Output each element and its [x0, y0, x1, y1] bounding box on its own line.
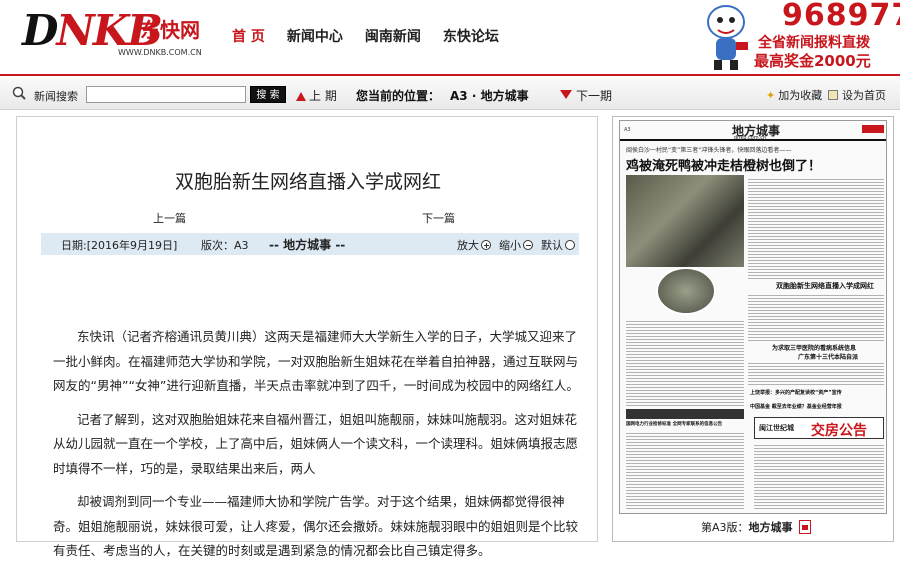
site-logo[interactable]: DNKB 东快网 WWW.DNKB.COM.CN: [22, 6, 212, 60]
triangle-down-icon: [560, 90, 572, 99]
current-location: 您当前的位置： A3 · 地方城事: [356, 87, 529, 104]
newspaper-preview-panel: A3 地方城事 dnkb.com.cn 闽侯白沙一村民“变”第三者“冲锋头锋者，…: [612, 116, 894, 542]
home-icon: [828, 90, 838, 100]
next-issue-link[interactable]: 下一期: [560, 87, 612, 104]
logo-url: WWW.DNKB.COM.CN: [118, 48, 202, 57]
ad-phone-number: 968977: [782, 0, 900, 33]
next-article-link[interactable]: 下一篇: [422, 210, 455, 226]
nav-home[interactable]: 首 页: [232, 26, 265, 46]
article-panel: 双胞胎新生网络直播入学成网红 上一篇 下一篇 日期:[2016年9月19日] 版…: [16, 116, 598, 558]
add-favorite-label: 加为收藏: [778, 89, 823, 102]
prev-article-link[interactable]: 上一篇: [153, 210, 186, 226]
article-date: 日期:[2016年9月19日]: [61, 239, 178, 252]
paper-article-headline[interactable]: 双胞胎新生网络直播入学成网红: [776, 281, 874, 291]
main-nav: 首 页 新闻中心 闽南新闻 东快论坛: [232, 26, 499, 46]
add-favorite-link[interactable]: ✦ 加为收藏: [766, 87, 822, 103]
ad-tagline: 全省新闻报料直拨: [758, 35, 870, 51]
prev-issue-label: 上 期: [309, 89, 337, 103]
paper-text-block: [754, 443, 884, 511]
search-input[interactable]: [86, 86, 246, 103]
zoom-controls: 放大 缩小 默认: [457, 237, 575, 253]
article-edition: 版次：A3: [201, 239, 249, 252]
logo-chinese: 东快网: [140, 18, 200, 42]
zoom-default-label: 默认: [541, 239, 563, 252]
paper-footer: 第A3版：地方城事: [701, 519, 811, 535]
paper-ad-right: 交房公告: [811, 423, 867, 439]
paper-article-headline[interactable]: 中国基金 截至去年业绩？基金业经营年报: [750, 403, 842, 410]
header-divider: [0, 74, 900, 76]
paper-url: dnkb.com.cn: [734, 135, 767, 141]
zoom-in-icon: [481, 240, 491, 250]
paper-article-headline[interactable]: 国网电力行业检修标准 全网专家联系的信息公告: [626, 421, 722, 427]
set-homepage-link[interactable]: 设为首页: [828, 87, 886, 103]
paper-footer-edition: 第A3版：: [701, 521, 749, 534]
zoom-default-icon: [565, 240, 575, 250]
site-header: DNKB 东快网 WWW.DNKB.COM.CN 首 页 新闻中心 闽南新闻 东…: [0, 0, 900, 74]
newspaper-page-thumbnail[interactable]: A3 地方城事 dnkb.com.cn 闽侯白沙一村民“变”第三者“冲锋头锋者，…: [619, 120, 887, 514]
location-label: 您当前的位置：: [356, 89, 441, 103]
search-icon: [12, 86, 26, 100]
paper-text-block: [626, 431, 744, 511]
paper-photo: [626, 175, 744, 267]
ad-reward: 最高奖金2000元: [754, 52, 871, 70]
paper-ad-left: 闽江世纪城: [759, 424, 794, 432]
mascot-icon: [707, 5, 748, 70]
star-icon: ✦: [766, 89, 776, 102]
paper-text-block: [626, 319, 744, 407]
paper-black-bar: [626, 409, 744, 419]
triangle-up-icon: [296, 92, 306, 101]
paper-text-block: [748, 293, 884, 341]
article-section: -- 地方城事 --: [269, 238, 346, 252]
paper-date: A3: [624, 127, 631, 133]
pdf-icon[interactable]: [798, 520, 811, 534]
zoom-default-button[interactable]: 默认: [541, 237, 575, 253]
paper-masthead: A3 地方城事 dnkb.com.cn: [620, 121, 886, 141]
paper-text-block: [748, 177, 884, 279]
paper-subheadline: 闽侯白沙一村民“变”第三者“冲锋头锋者，快眼回落边看者——: [626, 147, 792, 154]
paper-article-headline[interactable]: 上饶举报：多兴的产配复读校“资产”宣传: [750, 389, 842, 396]
article-info-bar: 日期:[2016年9月19日] 版次：A3 -- 地方城事 -- 放大 缩小 默…: [41, 233, 579, 255]
zoom-out-icon: [523, 240, 533, 250]
nav-forum[interactable]: 东快论坛: [443, 26, 499, 46]
nav-news-center[interactable]: 新闻中心: [287, 26, 343, 46]
zoom-out-label: 缩小: [499, 239, 521, 252]
paper-headline[interactable]: 鸡被淹死鸭被冲走桔橙树也倒了！: [626, 155, 821, 174]
prev-issue-link[interactable]: 上 期: [296, 87, 337, 104]
article-paragraph: 却被调剂到同一个专业——福建师大协和学院广告学。对于这个结果，姐妹俩都觉得很神奇…: [53, 494, 579, 558]
zoom-in-button[interactable]: 放大: [457, 237, 491, 253]
next-issue-label: 下一期: [576, 89, 613, 103]
zoom-in-label: 放大: [457, 239, 479, 252]
zoom-out-button[interactable]: 缩小: [499, 237, 533, 253]
paper-article-headline[interactable]: 广东第十三代本陆自派: [798, 352, 858, 361]
article-body: 东快讯（记者齐榕通讯员黄川典）这两天是福建师大大学新生入学的日子，大学城又迎来了…: [53, 325, 581, 573]
toolbar: 新闻搜索 搜 索 上 期 您当前的位置： A3 · 地方城事 下一期 ✦ 加为收藏 …: [0, 78, 900, 110]
paper-ad-box[interactable]: 闽江世纪城 交房公告: [754, 417, 884, 439]
article-paragraph: 东快讯（记者齐榕通讯员黄川典）这两天是福建师大大学新生入学的日子，大学城又迎来了…: [53, 329, 579, 393]
paper-red-tag: [862, 125, 884, 133]
article-paragraph: 记者了解到，这对双胞胎姐妹花来自福州晋江，姐姐叫施靓丽，妹妹叫施靓羽。这对姐妹花…: [53, 411, 579, 476]
set-homepage-label: 设为首页: [842, 89, 886, 102]
paper-footer-section[interactable]: 地方城事: [749, 521, 793, 534]
paper-inset-photo: [656, 267, 716, 315]
article-title: 双胞胎新生网络直播入学成网红: [174, 171, 441, 193]
search-button[interactable]: 搜 索: [250, 86, 286, 103]
paper-article-headline[interactable]: 为求取三甲医院的看病系统信息: [772, 343, 856, 352]
nav-minnan-news[interactable]: 闽南新闻: [365, 26, 421, 46]
paper-text-block: [748, 361, 884, 387]
location-value[interactable]: A3 · 地方城事: [450, 89, 529, 103]
search-label: 新闻搜索: [34, 90, 78, 103]
